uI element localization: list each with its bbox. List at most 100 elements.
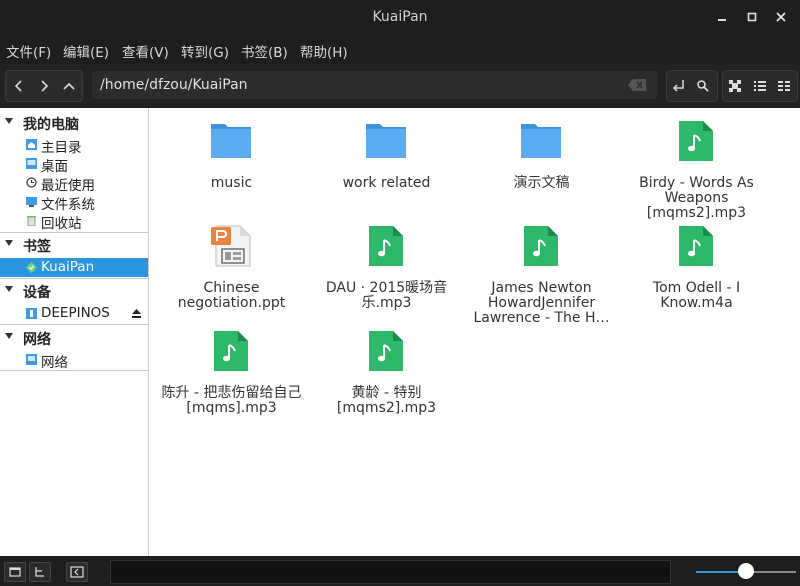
- back-button[interactable]: [6, 71, 31, 101]
- icon-view-button[interactable]: [723, 71, 747, 101]
- sidebar-item-label: DEEPINOS: [41, 305, 110, 321]
- eject-icon[interactable]: [131, 308, 142, 319]
- sidebar-item-trash[interactable]: 回收站: [0, 211, 148, 232]
- title-bar: KuaiPan: [0, 0, 800, 36]
- music-file-icon: [679, 121, 713, 161]
- sidebar-item-desktop[interactable]: 桌面: [0, 154, 148, 175]
- music-file-icon: [369, 226, 403, 266]
- sidebar-item-recent[interactable]: 最近使用: [0, 173, 148, 194]
- up-button[interactable]: [56, 71, 81, 101]
- section-label: 书签: [23, 239, 51, 255]
- file-name: 黄龄 - 特别 [mqms2].mp3: [336, 385, 437, 416]
- list-view-button[interactable]: [748, 71, 772, 101]
- toggle-sidebar-button[interactable]: [66, 562, 88, 582]
- path-mode-button[interactable]: [667, 71, 691, 101]
- sidebar-item-network[interactable]: 网络: [0, 350, 148, 371]
- minimize-icon: [718, 19, 726, 21]
- view-mode-group: [722, 70, 798, 102]
- minimize-button[interactable]: [715, 10, 729, 24]
- sidebar-item-label: 桌面: [41, 159, 68, 175]
- search-icon: [697, 80, 709, 92]
- folder-icon: [211, 124, 251, 158]
- toggle-places-button[interactable]: [4, 562, 26, 582]
- sidebar: 我的电脑 主目录 桌面 最近使用 文件系统 回收站 书签 KuaiPan 设备 …: [0, 108, 149, 556]
- file-name: DAU · 2015暖场音乐.mp3: [325, 280, 448, 311]
- close-button[interactable]: [774, 10, 788, 24]
- forward-button[interactable]: [31, 71, 56, 101]
- file-name: Tom Odell - I Know.m4a: [652, 280, 741, 311]
- close-icon: [776, 12, 786, 22]
- sidebar-divider: [0, 324, 148, 325]
- section-label: 网络: [23, 332, 51, 348]
- compact-view-button[interactable]: [772, 71, 796, 101]
- menu-go[interactable]: 转到(G): [181, 41, 229, 61]
- search-button[interactable]: [691, 71, 715, 101]
- music-file-icon: [369, 331, 403, 371]
- music-file-icon: [679, 226, 713, 266]
- file-view: music work related 演示文稿 Birdy - Words As…: [149, 108, 800, 556]
- drive-icon: [26, 197, 37, 207]
- home-icon: [26, 139, 37, 150]
- menu-view[interactable]: 查看(V): [122, 41, 169, 61]
- section-my-computer[interactable]: 我的电脑: [0, 111, 148, 133]
- status-bar: [0, 556, 800, 586]
- maximize-icon: [747, 12, 757, 22]
- file-name: James Newton HowardJennifer Lawrence - T…: [473, 280, 610, 326]
- expand-arrow-icon[interactable]: [5, 286, 13, 292]
- expand-arrow-icon[interactable]: [5, 240, 13, 246]
- tree-icon: [35, 567, 44, 577]
- sidebar-item-deepinos[interactable]: DEEPINOS: [0, 304, 148, 323]
- presentation-file-icon: [211, 225, 251, 267]
- maximize-button[interactable]: [745, 10, 759, 24]
- grid-view-icon: [729, 80, 741, 92]
- places-icon: [9, 567, 21, 577]
- file-name: 演示文稿: [513, 175, 570, 191]
- section-network[interactable]: 网络: [0, 326, 148, 348]
- sidebar-divider: [0, 370, 148, 371]
- path-tools-group: [666, 70, 718, 102]
- menu-bookmarks[interactable]: 书签(B): [241, 41, 288, 61]
- section-devices[interactable]: 设备: [0, 279, 148, 301]
- window-title: KuaiPan: [372, 9, 428, 25]
- file-name: music: [210, 175, 253, 191]
- status-text-area: [110, 560, 671, 584]
- menu-edit[interactable]: 编辑(E): [63, 41, 109, 61]
- zoom-slider-handle[interactable]: [738, 563, 754, 579]
- file-name: 陈升 - 把悲伤留给自己 [mqms].mp3: [161, 385, 302, 416]
- sidebar-item-label: 回收站: [41, 216, 82, 232]
- sidebar-item-label: KuaiPan: [41, 259, 95, 275]
- sidebar-item-label: 最近使用: [41, 178, 95, 194]
- file-name: Chinese negotiation.ppt: [177, 280, 286, 311]
- section-label: 我的电脑: [23, 117, 79, 133]
- compact-view-icon: [778, 81, 790, 91]
- chevron-right-icon: [40, 80, 48, 92]
- music-file-icon: [214, 331, 248, 371]
- desktop-icon: [26, 158, 37, 169]
- path-input[interactable]: /home/dfzou/KuaiPan: [100, 77, 248, 93]
- chevron-up-icon: [62, 82, 75, 90]
- section-label: 设备: [23, 285, 51, 301]
- sidebar-item-label: 文件系统: [41, 197, 95, 213]
- path-bar[interactable]: /home/dfzou/KuaiPan: [92, 71, 658, 99]
- expand-arrow-icon[interactable]: [5, 118, 13, 124]
- sidebar-item-label: 主目录: [41, 140, 82, 156]
- clock-icon: [26, 177, 37, 188]
- section-bookmarks[interactable]: 书签: [0, 233, 148, 255]
- sidebar-item-home[interactable]: 主目录: [0, 135, 148, 156]
- sidebar-icon: [70, 566, 84, 578]
- enter-icon: [672, 80, 684, 92]
- sidebar-item-filesystem[interactable]: 文件系统: [0, 192, 148, 213]
- toggle-tree-button[interactable]: [29, 562, 51, 582]
- folder-icon: [366, 124, 406, 158]
- music-file-icon: [524, 226, 558, 266]
- toolbar: /home/dfzou/KuaiPan: [0, 64, 800, 108]
- sidebar-item-kuaipan[interactable]: KuaiPan: [0, 258, 148, 277]
- menu-help[interactable]: 帮助(H): [300, 41, 348, 61]
- network-icon: [26, 354, 37, 365]
- clear-path-icon[interactable]: [628, 79, 646, 91]
- file-name: work related: [342, 175, 431, 191]
- expand-arrow-icon[interactable]: [5, 333, 13, 339]
- menu-file[interactable]: 文件(F): [6, 41, 51, 61]
- trash-icon: [27, 216, 36, 226]
- folder-icon: [521, 124, 561, 158]
